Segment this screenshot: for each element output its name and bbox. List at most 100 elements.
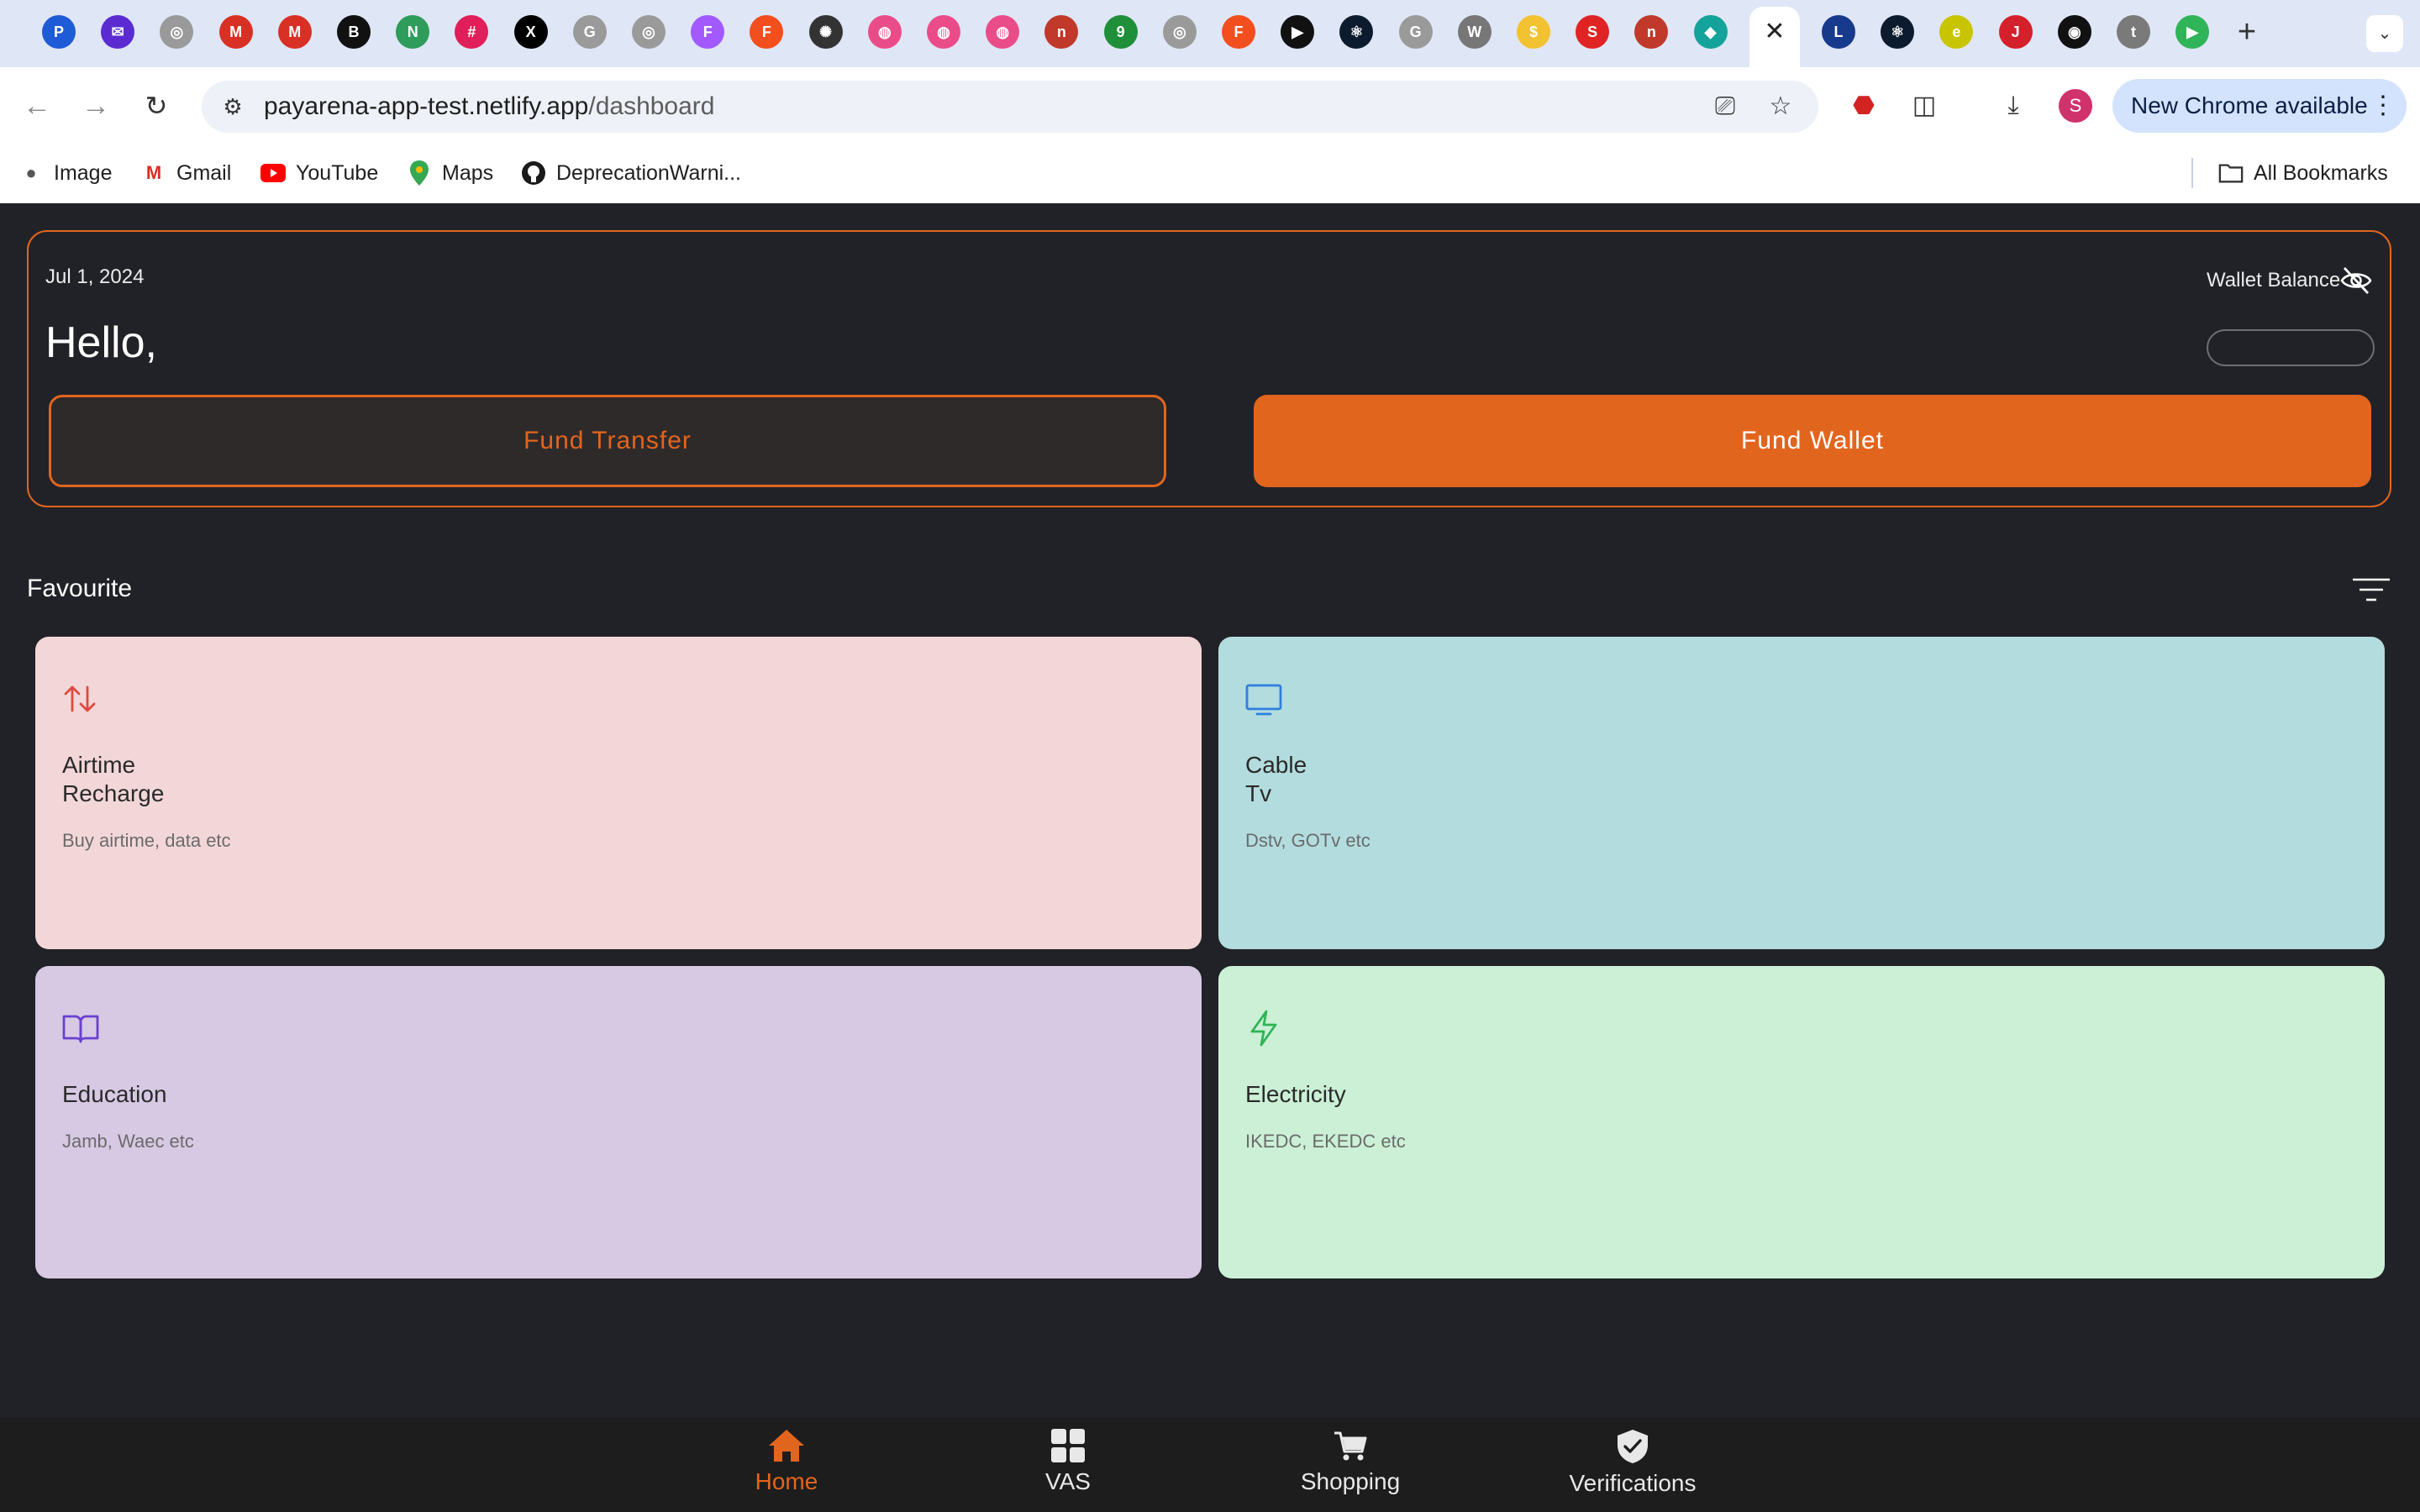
site-info-icon[interactable]: ⚙ <box>217 91 249 123</box>
maps-icon <box>407 160 432 186</box>
grid-icon <box>1051 1429 1085 1462</box>
filter-icon[interactable] <box>2351 575 2391 605</box>
back-arrow-icon[interactable]: ← <box>18 87 55 124</box>
all-bookmarks[interactable]: All Bookmarks <box>2218 158 2388 188</box>
n-icon[interactable]: N <box>396 15 430 49</box>
book-icon <box>62 1015 99 1043</box>
github-icon[interactable]: ◉ <box>2057 15 2091 49</box>
figma-icon[interactable]: F <box>1222 15 1255 49</box>
lightning-icon <box>1250 1010 1277 1047</box>
mail-icon[interactable]: ✉ <box>101 15 135 49</box>
nav-home[interactable]: Home <box>702 1428 871 1507</box>
dribbble-icon[interactable]: ◍ <box>986 15 1020 49</box>
jpg-icon[interactable]: J <box>1998 15 2033 49</box>
bookmark-image[interactable]: ● Image <box>18 158 112 188</box>
card-subtitle: Buy airtime, data etc <box>62 830 231 851</box>
forward-arrow-icon[interactable]: → <box>77 87 114 124</box>
youtube-icon <box>260 160 286 186</box>
github-icon <box>521 160 546 186</box>
electricity-card[interactable]: Electricity IKEDC, EKEDC etc <box>1218 966 2385 1278</box>
9ja-icon[interactable]: 9 <box>1103 15 1138 49</box>
bookmark-deprecation[interactable]: DeprecationWarni... <box>521 158 741 188</box>
card-subtitle: Dstv, GOTv etc <box>1245 830 1370 851</box>
shield-check-icon <box>1618 1430 1648 1463</box>
fund-transfer-button[interactable]: Fund Transfer <box>49 395 1166 487</box>
nav-verifications[interactable]: Verifications <box>1549 1428 1717 1507</box>
gmail-icon[interactable]: M <box>277 15 312 49</box>
openai-icon[interactable]: ✺ <box>808 15 843 49</box>
wallet-balance-value <box>2207 329 2375 366</box>
bank-icon[interactable]: $ <box>1517 15 1550 49</box>
url-text[interactable]: payarena-app-test.netlify.app/dashboard <box>264 91 714 123</box>
cart-icon <box>1334 1431 1367 1461</box>
bookmark-gmail[interactable]: M Gmail <box>141 158 231 188</box>
bookmark-youtube[interactable]: YouTube <box>260 158 378 188</box>
all-bookmarks-label: All Bookmarks <box>2254 160 2388 185</box>
card-title: Airtime Recharge <box>62 752 165 806</box>
s-icon[interactable]: S <box>1576 15 1610 49</box>
install-app-icon[interactable]: ⎚ <box>1707 89 1743 124</box>
current-date: Jul 1, 2024 <box>45 265 145 288</box>
transfer-arrows-icon <box>64 685 96 712</box>
gmail-icon: M <box>145 162 162 183</box>
google-icon[interactable]: G <box>572 15 607 49</box>
greeting: Hello, <box>45 318 157 367</box>
tab-search-button[interactable]: ⌄ <box>2366 15 2403 52</box>
eye-off-icon[interactable] <box>2339 265 2373 296</box>
education-card[interactable]: Education Jamb, Waec etc <box>35 966 1202 1278</box>
close-tab-icon[interactable]: ✕ <box>1760 17 1790 47</box>
b-icon[interactable]: B <box>337 15 371 49</box>
dribbble-icon[interactable]: ◍ <box>867 15 902 49</box>
bookmarks-divider <box>2191 158 2193 188</box>
nav-vas[interactable]: VAS <box>984 1428 1152 1507</box>
nav-shopping[interactable]: Shopping <box>1266 1428 1434 1507</box>
wikipedia-icon[interactable]: W <box>1457 15 1491 49</box>
dribbble-icon[interactable]: ◍ <box>927 15 960 49</box>
tv-icon <box>1245 684 1282 716</box>
play-store-icon[interactable]: ▶ <box>2175 15 2210 49</box>
x-icon[interactable]: X <box>513 15 548 49</box>
update-chrome-label: New Chrome available <box>2131 92 2368 118</box>
bookmark-maps[interactable]: Maps <box>407 158 493 188</box>
card-subtitle: Jamb, Waec etc <box>62 1131 194 1152</box>
globe-icon: ● <box>25 162 37 183</box>
p-icon[interactable]: P <box>42 15 76 49</box>
web-icon[interactable]: ◎ <box>1162 15 1197 49</box>
tm-icon[interactable]: t <box>2117 15 2150 49</box>
home-icon <box>769 1430 804 1462</box>
wallet-balance-label: Wallet Balance <box>2207 269 2341 291</box>
bookmark-star-icon[interactable]: ☆ <box>1763 89 1798 124</box>
gmail-icon[interactable]: M <box>218 15 253 49</box>
bookmark-label: DeprecationWarni... <box>556 160 741 185</box>
nav-label: Verifications <box>1569 1470 1697 1496</box>
reload-icon[interactable]: ↻ <box>138 87 175 124</box>
bookmark-label: Maps <box>442 160 494 185</box>
nav-label: Shopping <box>1300 1468 1401 1494</box>
profile-avatar[interactable]: S <box>2059 89 2092 123</box>
chrome-menu-icon[interactable]: ⋮ <box>2370 89 2396 123</box>
live-icon[interactable]: L <box>1822 15 1855 49</box>
web-icon[interactable]: ◎ <box>632 15 666 49</box>
nav-label: VAS <box>1045 1468 1091 1494</box>
extensions-icon[interactable]: ◫ <box>1906 87 1943 124</box>
play-icon[interactable]: ▶ <box>1281 15 1315 49</box>
react-icon[interactable]: ⚛ <box>1881 15 1915 49</box>
bottom-navigation <box>0 1418 2420 1512</box>
url-path: /dashboard <box>588 92 715 120</box>
fund-wallet-button[interactable]: Fund Wallet <box>1254 395 2371 487</box>
cable-tv-card[interactable]: Cable Tv Dstv, GOTv etc <box>1218 637 2385 949</box>
adblock-icon[interactable]: ⬣ <box>1845 87 1882 124</box>
favourite-title: Favourite <box>27 575 133 602</box>
diamond-icon[interactable]: ◆ <box>1693 15 1728 49</box>
airtime-recharge-card[interactable]: Airtime Recharge Buy airtime, data etc <box>35 637 1202 949</box>
bookmark-label: Gmail <box>176 160 232 185</box>
download-icon[interactable]: ⤓ <box>1995 87 2032 124</box>
nav-label: Home <box>755 1468 818 1494</box>
card-subtitle: IKEDC, EKEDC etc <box>1245 1131 1406 1152</box>
bookmark-label: YouTube <box>296 160 379 185</box>
new-tab-button[interactable]: + <box>2230 15 2264 49</box>
url-host: payarena-app-test.netlify.app <box>264 92 589 120</box>
google-icon[interactable]: G <box>1398 15 1433 49</box>
card-title: Electricity <box>1245 1081 1346 1107</box>
figma-icon[interactable]: F <box>691 15 725 49</box>
